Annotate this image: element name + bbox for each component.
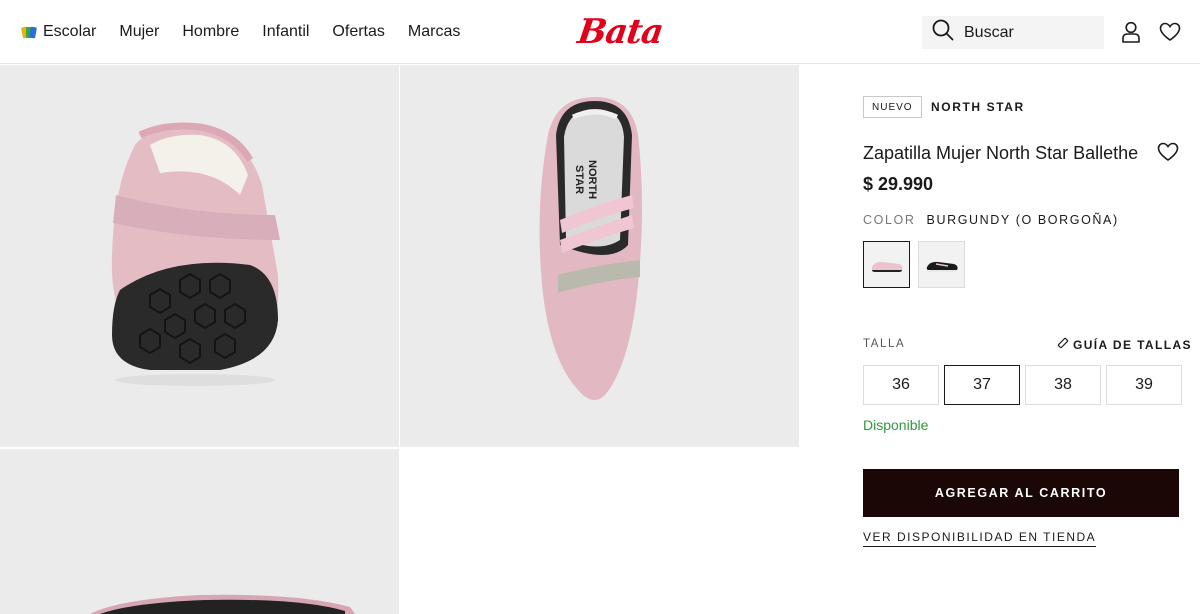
size-option-37[interactable]: 37 — [944, 365, 1020, 405]
size-options: 36 37 38 39 — [863, 365, 1182, 405]
color-swatch-pink[interactable] — [863, 241, 910, 288]
shoe-back-image — [111, 122, 280, 386]
search-box[interactable] — [922, 16, 1104, 49]
nav-item-label: Mujer — [119, 23, 160, 40]
product-price: $ 29.990 — [863, 174, 934, 194]
store-availability-link[interactable]: VER DISPONIBILIDAD EN TIENDA — [863, 530, 1097, 547]
books-icon — [20, 25, 37, 39]
svg-text:STAR: STAR — [573, 165, 585, 194]
color-selection-label: COLOR BURGUNDY (O BORGOÑA) — [863, 213, 1119, 227]
size-option-36[interactable]: 36 — [863, 365, 939, 405]
site-header: Escolar Mujer Hombre Infantil Ofertas Ma… — [0, 0, 1200, 64]
color-swatch-black[interactable] — [918, 241, 965, 288]
add-to-cart-button[interactable]: AGREGAR AL CARRITO — [863, 469, 1179, 517]
brand-name[interactable]: NORTH STAR — [931, 100, 1025, 114]
nav-item-label: Escolar — [43, 23, 97, 40]
size-guide-label: GUÍA DE TALLAS — [1073, 337, 1192, 352]
nav-item-hombre[interactable]: Hombre — [182, 23, 239, 41]
nav-item-label: Ofertas — [332, 23, 385, 40]
product-image-sole[interactable] — [0, 449, 399, 614]
nav-item-label: Marcas — [407, 23, 461, 40]
size-label: TALLA — [863, 338, 906, 350]
nav-item-label: Hombre — [182, 23, 240, 40]
color-label: COLOR — [863, 213, 916, 227]
pink-shoe-thumbnail — [871, 261, 903, 272]
product-image-top[interactable]: NORTH STAR — [400, 65, 799, 447]
black-shoe-thumbnail — [926, 261, 958, 272]
user-account-icon[interactable] — [1119, 20, 1143, 44]
main-nav: Escolar Mujer Hombre Infantil Ofertas Ma… — [20, 0, 460, 64]
nav-item-infantil[interactable]: Infantil — [262, 23, 309, 41]
shoe-top-image: NORTH STAR — [539, 97, 642, 400]
nav-item-label: Infantil — [262, 23, 310, 40]
new-badge: NUEVO — [863, 96, 922, 118]
size-option-38[interactable]: 38 — [1025, 365, 1101, 405]
nav-item-escolar[interactable]: Escolar — [20, 23, 97, 41]
svg-text:NORTH: NORTH — [586, 160, 598, 199]
availability-status: Disponible — [863, 417, 929, 433]
wishlist-heart-icon[interactable] — [1158, 20, 1182, 44]
product-title: Zapatilla Mujer North Star Ballethe — [863, 143, 1139, 163]
bata-logo[interactable]: Bata — [560, 12, 680, 52]
shoe-sole-image — [90, 594, 355, 614]
logo-text: Bata — [574, 12, 666, 52]
nav-item-mujer[interactable]: Mujer — [119, 23, 159, 41]
ruler-icon — [1057, 337, 1069, 352]
add-to-wishlist-heart-icon[interactable] — [1157, 142, 1179, 164]
product-image-back[interactable] — [0, 65, 399, 447]
size-option-39[interactable]: 39 — [1106, 365, 1182, 405]
size-guide-link[interactable]: GUÍA DE TALLAS — [1057, 337, 1192, 352]
search-input[interactable] — [964, 23, 1094, 42]
nav-item-marcas[interactable]: Marcas — [408, 23, 460, 41]
nav-item-ofertas[interactable]: Ofertas — [332, 23, 384, 41]
color-value: BURGUNDY (O BORGOÑA) — [926, 213, 1119, 227]
search-icon[interactable] — [932, 19, 954, 46]
product-detail-panel: NUEVO NORTH STAR Zapatilla Mujer North S… — [800, 65, 1200, 614]
